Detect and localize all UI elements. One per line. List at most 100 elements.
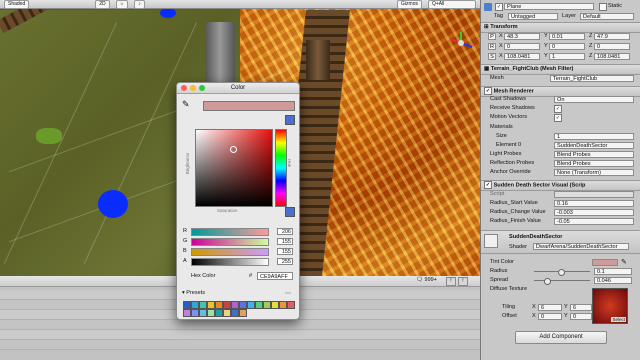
preset-swatch[interactable]: [199, 301, 207, 309]
preset-swatch[interactable]: [239, 309, 247, 317]
list-item[interactable]: [0, 330, 480, 340]
minimize-icon[interactable]: [190, 85, 196, 91]
close-icon[interactable]: [181, 85, 187, 91]
rotation-z-field[interactable]: 0: [594, 42, 630, 50]
script-enabled-checkbox[interactable]: ✓: [484, 181, 492, 189]
static-checkbox[interactable]: [599, 3, 607, 11]
gizmos-dropdown[interactable]: Gizmos: [397, 0, 422, 9]
preset-swatch[interactable]: [183, 301, 191, 309]
tiling-x-field[interactable]: 6: [538, 303, 562, 311]
script-field[interactable]: [554, 190, 634, 198]
tiling-y-field[interactable]: 6: [570, 303, 592, 311]
cast-shadows-dropdown[interactable]: On: [554, 95, 634, 103]
position-key[interactable]: P: [488, 32, 496, 40]
active-checkbox[interactable]: ✓: [495, 3, 503, 11]
mode-2d-toggle[interactable]: 2D: [95, 0, 110, 9]
preset-swatch[interactable]: [183, 309, 191, 317]
rotation-x-field[interactable]: 0: [504, 42, 540, 50]
position-z-field[interactable]: 47.9: [594, 32, 630, 40]
preset-swatch[interactable]: [247, 301, 255, 309]
preset-swatch[interactable]: [191, 301, 199, 309]
preset-swatch[interactable]: [255, 301, 263, 309]
preset-swatch[interactable]: [287, 301, 295, 309]
saturation-brightness-field[interactable]: [195, 129, 273, 207]
spread-slider[interactable]: [534, 278, 590, 285]
tint-color-swatch[interactable]: [592, 258, 618, 266]
tag-dropdown[interactable]: Untagged: [508, 12, 558, 20]
scale-z-field[interactable]: 108.0481: [594, 52, 630, 60]
preset-swatch[interactable]: [271, 301, 279, 309]
blue-marker[interactable]: [160, 8, 176, 18]
sv-cursor[interactable]: [230, 146, 237, 153]
material-header[interactable]: SuddenDeathSector Shader DwarfArena/Sudd…: [481, 230, 640, 254]
rotation-y-field[interactable]: 0: [549, 42, 585, 50]
reflection-probes-dropdown[interactable]: Blend Probes: [554, 159, 634, 167]
slider-mode-icon[interactable]: [285, 207, 295, 217]
radius-field[interactable]: 0.1: [594, 267, 632, 275]
anchor-field[interactable]: None (Transform): [554, 168, 634, 176]
presets-menu-icon[interactable]: ⋯: [285, 290, 291, 297]
error-toggle-icon[interactable]: !: [458, 277, 468, 286]
preset-swatch[interactable]: [191, 309, 199, 317]
receive-shadows-checkbox[interactable]: ✓: [554, 105, 562, 113]
scene-search-input[interactable]: Q+All: [428, 0, 476, 9]
shading-mode-dropdown[interactable]: Shaded: [4, 0, 30, 9]
shader-dropdown[interactable]: DwarfArena/SuddenDeathSector: [533, 243, 629, 250]
b-value-field[interactable]: 155: [277, 248, 293, 255]
list-item[interactable]: [0, 320, 480, 330]
mesh-renderer-enabled-checkbox[interactable]: ✓: [484, 87, 492, 95]
radius-change-field[interactable]: -0.003: [554, 208, 634, 216]
hex-input[interactable]: CE9A9AFF: [257, 272, 293, 280]
preset-swatch[interactable]: [215, 301, 223, 309]
warning-toggle-icon[interactable]: !: [446, 277, 456, 286]
preset-swatch[interactable]: [279, 301, 287, 309]
audio-toggle-icon[interactable]: ♪: [134, 0, 145, 9]
scale-x-field[interactable]: 108.0481: [504, 52, 540, 60]
light-probes-dropdown[interactable]: Blend Probes: [554, 150, 634, 158]
add-component-button[interactable]: Add Component: [515, 331, 607, 344]
preset-swatch[interactable]: [223, 309, 231, 317]
preset-swatch[interactable]: [263, 301, 271, 309]
radius-start-field[interactable]: 0.16: [554, 199, 634, 207]
preset-swatch[interactable]: [207, 309, 215, 317]
mesh-field[interactable]: Terrain_FightClub: [550, 74, 634, 82]
position-x-field[interactable]: 48.3: [504, 32, 540, 40]
preset-swatch[interactable]: [223, 301, 231, 309]
zoom-icon[interactable]: [199, 85, 205, 91]
g-value-field[interactable]: 155: [277, 238, 293, 245]
r-slider[interactable]: [191, 228, 269, 236]
offset-y-field[interactable]: 0: [570, 312, 592, 320]
rotation-key[interactable]: R: [488, 42, 496, 50]
color-picker-titlebar[interactable]: Color: [177, 83, 299, 94]
preset-swatch[interactable]: [231, 309, 239, 317]
a-slider[interactable]: [191, 258, 269, 266]
scale-key[interactable]: S: [488, 52, 496, 60]
preset-swatch[interactable]: [239, 301, 247, 309]
scale-y-field[interactable]: 1: [549, 52, 585, 60]
position-y-field[interactable]: 0.01: [549, 32, 585, 40]
eyedropper-icon[interactable]: ✎: [621, 258, 627, 267]
presets-header[interactable]: ▾ Presets: [182, 290, 205, 296]
preset-swatch[interactable]: [215, 309, 223, 317]
layer-dropdown[interactable]: Default: [580, 12, 634, 20]
hue-slider[interactable]: [275, 129, 287, 207]
preset-swatch[interactable]: [199, 309, 207, 317]
spread-field[interactable]: 0.046: [594, 276, 632, 284]
materials-row[interactable]: Materials: [484, 123, 637, 132]
list-item[interactable]: [0, 340, 480, 350]
radius-finish-field[interactable]: -0.05: [554, 217, 634, 225]
preset-swatch[interactable]: [231, 301, 239, 309]
g-slider[interactable]: [191, 238, 269, 246]
b-slider[interactable]: [191, 248, 269, 256]
radius-slider[interactable]: [534, 269, 590, 276]
color-picker-window[interactable]: Color ✎ Brightness Hue Saturation R 206 …: [176, 82, 300, 320]
scene-gizmo-icon[interactable]: [446, 30, 476, 56]
color-mode-icon[interactable]: [285, 115, 295, 125]
element-field[interactable]: SuddenDeathSector: [554, 141, 634, 149]
eyedropper-icon[interactable]: ✎: [182, 99, 190, 110]
materials-foldout[interactable]: Materials: [490, 123, 513, 132]
offset-x-field[interactable]: 0: [538, 312, 562, 320]
blue-marker[interactable]: [98, 190, 128, 218]
preset-swatch[interactable]: [207, 301, 215, 309]
motion-vectors-checkbox[interactable]: ✓: [554, 114, 562, 122]
